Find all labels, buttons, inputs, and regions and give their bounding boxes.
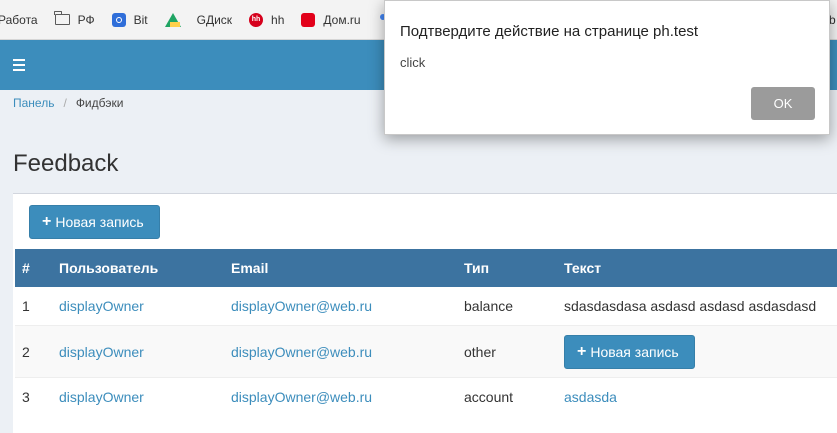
breadcrumb: Панель / Фидбэки — [13, 96, 123, 110]
cell-email: displayOwner@web.ru — [231, 378, 464, 417]
bookmark-trailing: b — [829, 13, 836, 27]
table-row: 2 displayOwner displayOwner@web.ru other… — [15, 325, 837, 378]
user-link[interactable]: displayOwner — [59, 389, 144, 405]
cell-email: displayOwner@web.ru — [231, 287, 464, 326]
column-header-user[interactable]: Пользователь — [59, 249, 231, 287]
bookmark-label: GДиск — [196, 12, 233, 27]
bookmark-label: Bit — [133, 12, 148, 27]
cell-type: balance — [464, 287, 564, 326]
text-link[interactable]: asdasda — [564, 389, 617, 405]
cell-text: asdasda — [564, 378, 837, 417]
cell-text: + Новая запись — [564, 325, 837, 378]
cell-user: displayOwner — [59, 378, 231, 417]
plus-icon: + — [42, 213, 52, 230]
bookmark-label: Дом.ru — [323, 12, 361, 27]
domru-icon — [301, 12, 316, 27]
user-link[interactable]: displayOwner — [59, 298, 144, 314]
feedback-box: + Новая запись # Пользователь Email Тип … — [13, 193, 837, 433]
google-drive-icon — [164, 12, 181, 27]
plus-icon: + — [577, 342, 587, 360]
page-title: Feedback — [13, 150, 119, 177]
ok-button[interactable]: OK — [751, 87, 815, 120]
bookmark-bit[interactable]: Bit — [111, 12, 148, 27]
email-link[interactable]: displayOwner@web.ru — [231, 389, 372, 405]
dialog-title: Подтвердите действие на странице ph.test — [400, 23, 699, 40]
column-header-text[interactable]: Текст — [564, 249, 837, 287]
breadcrumb-current: Фидбэки — [75, 96, 124, 110]
email-link[interactable]: displayOwner@web.ru — [231, 344, 372, 360]
breadcrumb-separator: / — [63, 96, 67, 110]
bookmark-domru[interactable]: Дом.ru — [301, 12, 361, 27]
user-link[interactable]: displayOwner — [59, 344, 144, 360]
cell-id: 1 — [15, 287, 59, 326]
cell-id: 2 — [15, 325, 59, 378]
bit-icon — [111, 12, 126, 27]
column-header-type[interactable]: Тип — [464, 249, 564, 287]
bookmark-label: hh — [271, 12, 285, 27]
bookmark-label: Работа — [0, 12, 38, 27]
cell-user: displayOwner — [59, 287, 231, 326]
cell-user: displayOwner — [59, 325, 231, 378]
confirm-dialog: Подтвердите действие на странице ph.test… — [384, 0, 830, 135]
cell-type: account — [464, 389, 514, 405]
table-header-row: # Пользователь Email Тип Текст — [15, 249, 837, 287]
new-record-button[interactable]: + Новая запись — [29, 205, 160, 239]
new-record-label: Новая запись — [55, 214, 144, 230]
bookmark-gdisk[interactable]: GДиск — [164, 12, 233, 27]
cell-id: 3 — [22, 389, 30, 405]
folder-icon — [54, 11, 70, 25]
row-new-record-button[interactable]: + Новая запись — [564, 334, 695, 369]
hh-icon: hh — [249, 12, 264, 27]
cell-type: other — [464, 325, 564, 378]
dialog-message: click — [400, 55, 426, 70]
table-row: 1 displayOwner displayOwner@web.ru balan… — [15, 287, 837, 326]
row-new-record-label: Новая запись — [590, 343, 679, 360]
email-link[interactable]: displayOwner@web.ru — [231, 298, 372, 314]
column-header-email[interactable]: Email — [231, 249, 464, 287]
table-row: 3 displayOwner displayOwner@web.ru accou… — [15, 378, 837, 417]
feedback-table: # Пользователь Email Тип Текст 1 display… — [15, 249, 837, 416]
bookmark-hh[interactable]: hh hh — [249, 12, 285, 27]
cell-text: sdasdasdasa asdasd asdasd asdasdasd — [564, 287, 837, 326]
bookmark-rf[interactable]: РФ — [54, 11, 95, 27]
breadcrumb-panel-link[interactable]: Панель — [13, 96, 54, 110]
bookmark-label: РФ — [77, 12, 95, 27]
column-header-id[interactable]: # — [15, 249, 59, 287]
cell-email: displayOwner@web.ru — [231, 325, 464, 378]
bookmark-rabota[interactable]: Работа — [0, 13, 38, 27]
hamburger-icon[interactable] — [13, 59, 25, 71]
